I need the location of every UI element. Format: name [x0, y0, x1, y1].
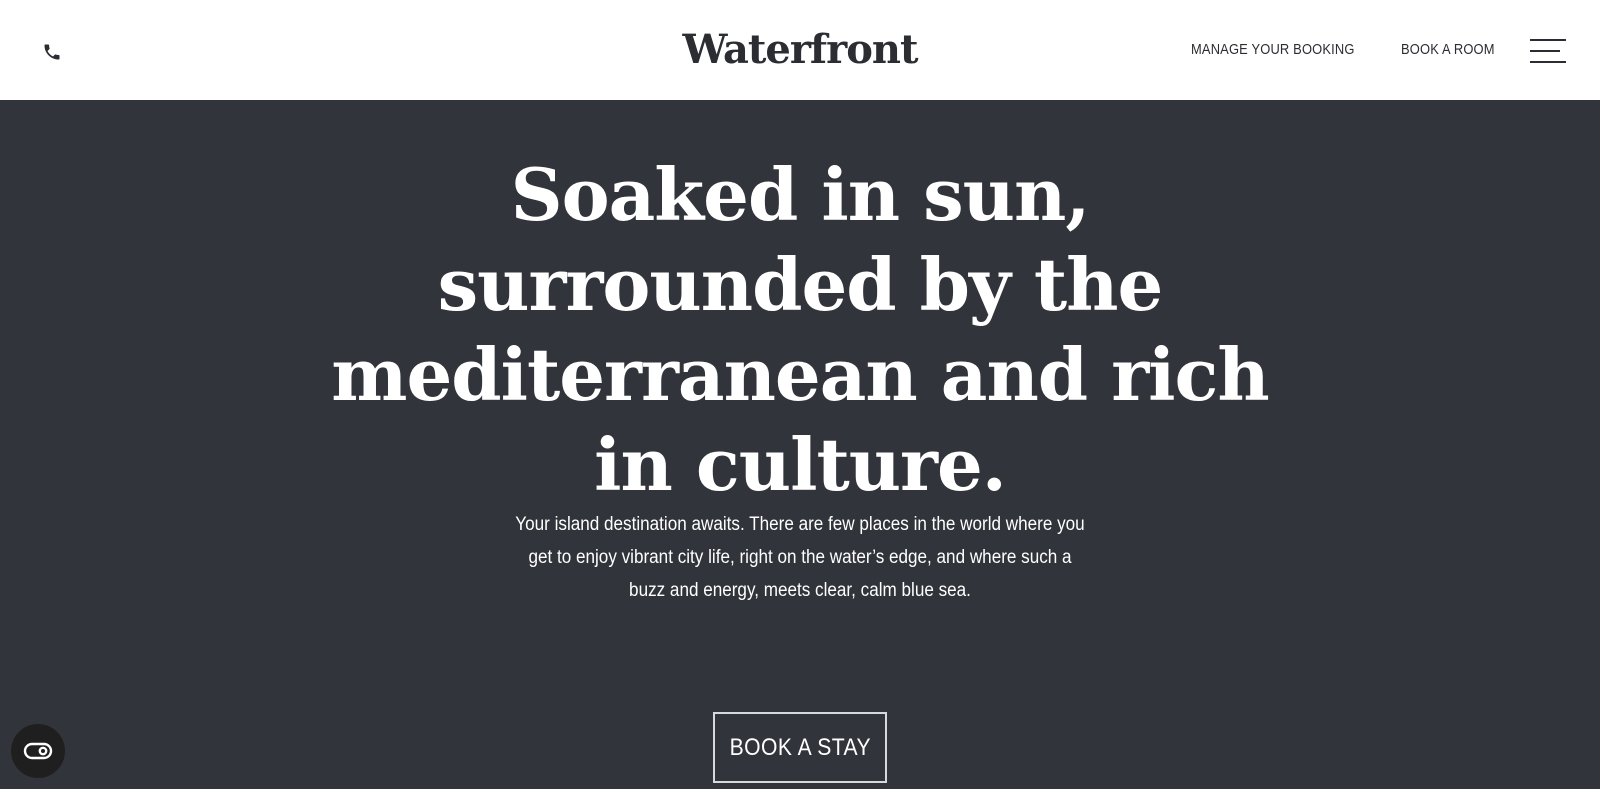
site-header: Waterfront MANAGE YOUR BOOKING BOOK A RO…: [0, 0, 1600, 100]
hero-description: Your island destination awaits. There ar…: [515, 514, 1085, 601]
nav-book-room-link[interactable]: BOOK A ROOM: [1401, 40, 1495, 60]
accessibility-toggle-icon: [23, 742, 53, 760]
book-a-stay-label: BOOK A STAY: [729, 733, 871, 761]
brand-logo-link[interactable]: Waterfront: [683, 26, 919, 73]
accessibility-button[interactable]: [11, 724, 65, 778]
nav-manage-booking-link[interactable]: MANAGE YOUR BOOKING: [1191, 40, 1355, 60]
hero-section: Soaked in sun, surrounded by the mediter…: [0, 100, 1600, 789]
menu-button[interactable]: [1530, 38, 1566, 64]
brand-logo: Waterfront: [0, 22, 1600, 78]
hero-title: Soaked in sun, surrounded by the mediter…: [331, 152, 1269, 507]
book-a-stay-button[interactable]: BOOK A STAY: [713, 712, 887, 783]
